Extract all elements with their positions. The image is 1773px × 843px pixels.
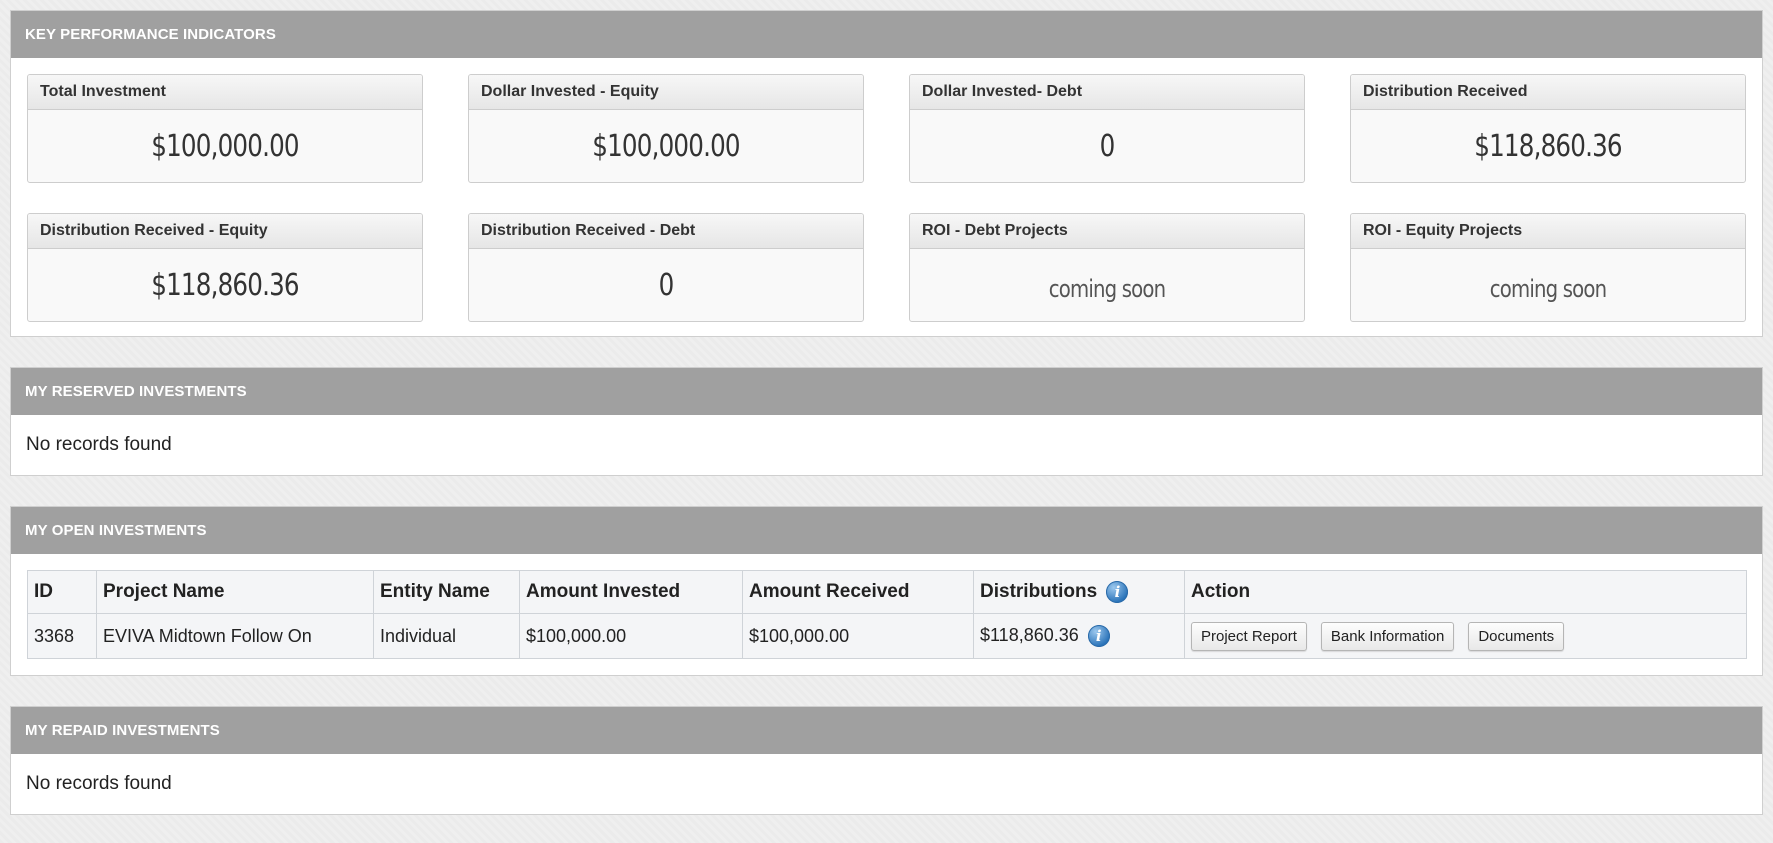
reserved-empty-text: No records found (26, 434, 172, 455)
column-header-amount-received: Amount Received (742, 570, 974, 614)
open-investments-table-wrap: ID Project Name Entity Name Amount Inves… (11, 554, 1762, 675)
dashboard-page: KEY PERFORMANCE INDICATORS Total Investm… (0, 0, 1773, 843)
column-header-entity-name: Entity Name (373, 570, 520, 614)
kpi-card-value: $100,000.00 (592, 129, 740, 164)
documents-button[interactable]: Documents (1468, 621, 1565, 651)
cell-distributions-value: $118,860.36 (980, 624, 1079, 645)
cell-distributions: $118,860.36 i (973, 613, 1185, 659)
cell-actions: Project Report Bank Information Document… (1184, 613, 1747, 659)
kpi-card-value: 0 (658, 268, 675, 303)
open-investments-header: MY OPEN INVESTMENTS (11, 507, 1762, 554)
kpi-card-value: coming soon (1048, 275, 1166, 303)
table-row: 3368 EVIVA Midtown Follow On Individual … (27, 613, 1747, 659)
kpi-card-value: $118,860.36 (151, 268, 299, 303)
kpi-card-title: Distribution Received - Equity (28, 214, 422, 249)
kpi-card-title: Dollar Invested- Debt (910, 75, 1304, 110)
reserved-investments-panel: MY RESERVED INVESTMENTS No records found (10, 367, 1763, 476)
cell-project-name: EVIVA Midtown Follow On (96, 613, 374, 659)
open-investments-panel: MY OPEN INVESTMENTS ID Project Name Enti… (10, 506, 1763, 676)
kpi-card-title: Distribution Received - Debt (469, 214, 863, 249)
kpi-panel: KEY PERFORMANCE INDICATORS Total Investm… (10, 10, 1763, 337)
kpi-card-title: Distribution Received (1351, 75, 1745, 110)
kpi-body: Total Investment $100,000.00 Dollar Inve… (11, 58, 1762, 336)
column-header-distributions-label: Distributions (980, 581, 1098, 602)
kpi-grid: Total Investment $100,000.00 Dollar Inve… (27, 74, 1746, 322)
kpi-card-value: $100,000.00 (151, 129, 299, 164)
cell-id: 3368 (27, 613, 97, 659)
cell-amount-invested: $100,000.00 (519, 613, 743, 659)
info-icon[interactable]: i (1087, 625, 1110, 648)
kpi-card-distribution-received-debt: Distribution Received - Debt 0 (468, 213, 864, 322)
kpi-card-roi-debt-projects: ROI - Debt Projects coming soon (909, 213, 1305, 322)
kpi-card-roi-equity-projects: ROI - Equity Projects coming soon (1350, 213, 1746, 322)
project-report-button[interactable]: Project Report (1191, 621, 1307, 651)
column-header-project-name: Project Name (96, 570, 374, 614)
column-header-distributions: Distributions i (973, 570, 1185, 614)
kpi-card-title: Dollar Invested - Equity (469, 75, 863, 110)
kpi-card-title: Total Investment (28, 75, 422, 110)
table-header-row: ID Project Name Entity Name Amount Inves… (27, 570, 1747, 614)
kpi-panel-header: KEY PERFORMANCE INDICATORS (11, 11, 1762, 58)
column-header-action: Action (1184, 570, 1747, 614)
open-investments-table: ID Project Name Entity Name Amount Inves… (27, 570, 1747, 659)
kpi-card-distribution-received: Distribution Received $118,860.36 (1350, 74, 1746, 183)
repaid-investments-panel: MY REPAID INVESTMENTS No records found (10, 706, 1763, 815)
kpi-card-distribution-received-equity: Distribution Received - Equity $118,860.… (27, 213, 423, 322)
bank-information-button[interactable]: Bank Information (1320, 621, 1455, 651)
kpi-card-total-investment: Total Investment $100,000.00 (27, 74, 423, 183)
column-header-amount-invested: Amount Invested (519, 570, 743, 614)
reserved-investments-header: MY RESERVED INVESTMENTS (11, 368, 1762, 415)
kpi-card-title: ROI - Equity Projects (1351, 214, 1745, 249)
kpi-card-value: coming soon (1489, 275, 1607, 303)
kpi-card-value: $118,860.36 (1474, 129, 1622, 164)
kpi-card-value: 0 (1099, 129, 1116, 164)
repaid-investments-header: MY REPAID INVESTMENTS (11, 707, 1762, 754)
cell-entity-name: Individual (373, 613, 520, 659)
kpi-card-dollar-invested-equity: Dollar Invested - Equity $100,000.00 (468, 74, 864, 183)
repaid-empty-text: No records found (26, 773, 172, 794)
cell-amount-received: $100,000.00 (742, 613, 974, 659)
kpi-card-title: ROI - Debt Projects (910, 214, 1304, 249)
kpi-card-dollar-invested-debt: Dollar Invested- Debt 0 (909, 74, 1305, 183)
info-icon[interactable]: i (1106, 580, 1129, 603)
column-header-id: ID (27, 570, 97, 614)
